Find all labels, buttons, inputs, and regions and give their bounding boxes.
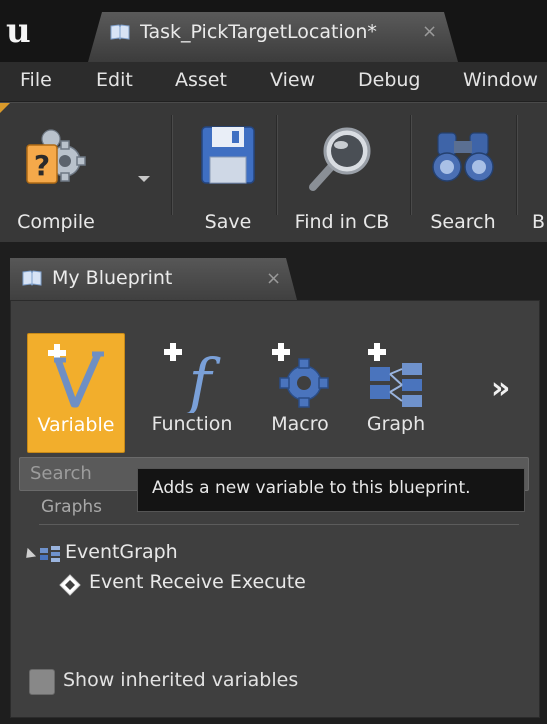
menu-window[interactable]: Window <box>463 69 538 91</box>
search-label: Search <box>430 211 496 233</box>
add-macro-label: Macro <box>271 413 329 435</box>
add-variable-button[interactable]: Variable <box>27 333 125 453</box>
menu-edit[interactable]: Edit <box>96 69 133 91</box>
search-button[interactable]: Search <box>420 113 506 233</box>
compile-options-chevron-down-icon[interactable] <box>138 176 150 182</box>
event-graph-icon <box>40 546 60 562</box>
truncated-toolbar-button[interactable]: B <box>522 113 547 233</box>
blueprint-book-icon <box>22 270 42 286</box>
add-graph-label: Graph <box>366 413 426 435</box>
compile-icon: ? <box>26 129 86 184</box>
eventgraph-label: EventGraph <box>65 541 178 563</box>
add-function-button[interactable]: f Function <box>143 333 241 453</box>
tree-item-eventgraph[interactable]: EventGraph <box>21 541 425 571</box>
toolbar-separator <box>410 115 412 215</box>
graphs-section-header[interactable]: Graphs <box>41 497 102 517</box>
variable-tooltip: Adds a new variable to this blueprint. <box>137 468 525 512</box>
toolbar-separator <box>171 115 173 215</box>
close-panel-icon[interactable]: × <box>266 268 281 289</box>
compile-label: Compile <box>17 211 95 233</box>
toolbar-corner-accent <box>0 103 10 113</box>
add-function-icon: f <box>164 343 222 413</box>
find-in-cb-label: Find in CB <box>294 211 390 233</box>
menu-asset[interactable]: Asset <box>175 69 227 91</box>
tree-item-event-receive-execute[interactable]: Event Receive Execute <box>59 571 459 601</box>
unreal-logo-icon: u <box>6 11 31 51</box>
save-label: Save <box>204 211 252 233</box>
svg-text:f: f <box>185 345 222 413</box>
add-macro-button[interactable]: Macro <box>251 333 349 453</box>
add-graph-icon <box>368 343 422 407</box>
menu-debug[interactable]: Debug <box>358 69 420 91</box>
my-blueprint-tab[interactable]: My Blueprint × <box>10 258 297 300</box>
toolbar-separator <box>276 115 278 215</box>
truncated-button-label: B <box>532 211 546 233</box>
document-tab-title: Task_PickTargetLocation* <box>140 21 377 43</box>
document-tab[interactable]: Task_PickTargetLocation* × <box>88 12 458 62</box>
show-inherited-checkbox[interactable] <box>29 669 55 695</box>
add-function-label: Function <box>151 413 233 435</box>
compile-button[interactable]: ? Compile <box>14 113 98 233</box>
expand-arrow-icon[interactable] <box>21 547 37 563</box>
menu-file[interactable]: File <box>20 69 52 91</box>
blueprint-book-icon <box>110 24 130 40</box>
find-in-cb-icon <box>309 127 371 191</box>
add-macro-icon <box>272 343 329 408</box>
section-divider <box>39 524 519 525</box>
add-graph-button[interactable]: Graph <box>347 333 445 453</box>
menu-view[interactable]: View <box>270 69 315 91</box>
save-button[interactable]: Save <box>188 113 268 233</box>
save-icon <box>201 126 255 184</box>
title-bar: u Task_PickTargetLocation* × <box>0 0 547 62</box>
event-receive-execute-label: Event Receive Execute <box>89 571 306 593</box>
toolbar: ? Compile Save Find in CB Search B <box>0 102 547 242</box>
event-node-icon <box>59 574 81 596</box>
my-blueprint-tab-title: My Blueprint <box>52 267 173 289</box>
find-in-cb-button[interactable]: Find in CB <box>282 113 402 233</box>
close-tab-icon[interactable]: × <box>422 21 437 42</box>
tooltip-text: Adds a new variable to this blueprint. <box>152 478 471 498</box>
add-variable-icon <box>48 344 104 408</box>
toolbar-separator <box>516 115 518 215</box>
search-placeholder: Search <box>30 463 92 484</box>
svg-text:?: ? <box>34 149 50 182</box>
more-options-chevron-icon[interactable]: » <box>491 371 510 406</box>
binoculars-icon <box>432 132 494 182</box>
menu-bar: File Edit Asset View Debug Window <box>0 62 547 102</box>
add-variable-label: Variable <box>37 414 115 436</box>
show-inherited-label[interactable]: Show inherited variables <box>63 669 298 691</box>
